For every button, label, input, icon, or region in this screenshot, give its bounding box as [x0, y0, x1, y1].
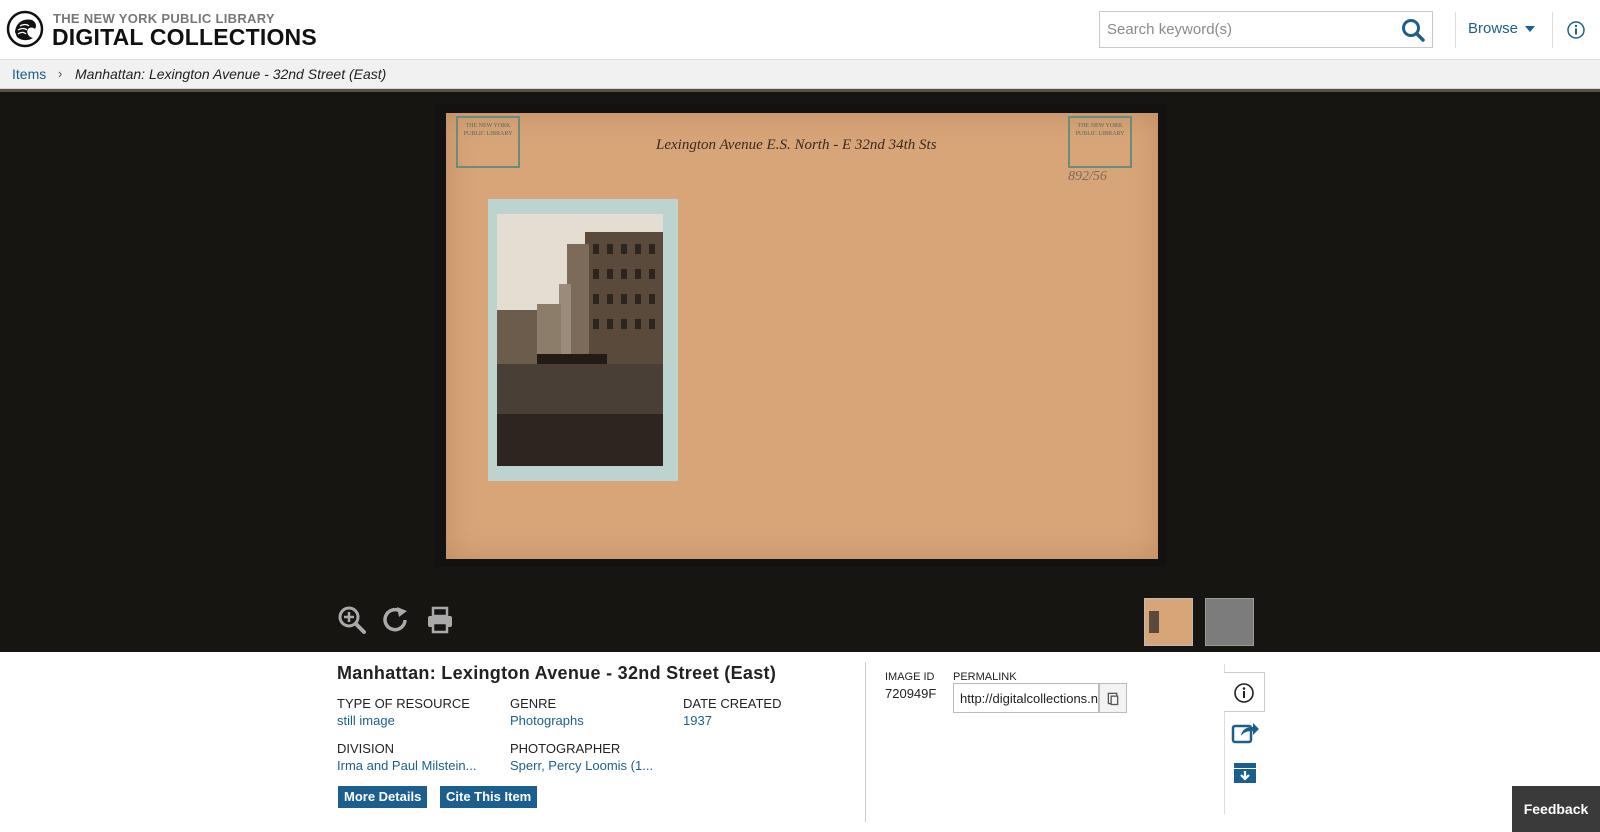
image-viewer: THE NEW YORK PUBLIC LIBRARY THE NEW YORK… — [0, 89, 1600, 652]
thumbnail-back[interactable] — [1205, 598, 1254, 646]
breadcrumb-separator: › — [58, 66, 63, 81]
zoom-in-icon[interactable] — [337, 605, 367, 635]
thumbnail-front[interactable] — [1144, 598, 1193, 646]
division-value[interactable]: Irma and Paul Milstein... — [337, 758, 487, 773]
permalink-field[interactable] — [953, 683, 1099, 713]
archival-card: THE NEW YORK PUBLIC LIBRARY THE NEW YORK… — [446, 113, 1158, 559]
search-box — [1099, 11, 1433, 48]
photographer-label: Photographer — [510, 741, 621, 756]
thumbnail-photo — [1149, 611, 1159, 633]
cite-this-item-button[interactable]: Cite This Item — [440, 786, 538, 808]
search-input[interactable] — [1100, 12, 1390, 47]
nypl-lion-logo-icon[interactable] — [6, 10, 44, 48]
rotate-icon[interactable] — [381, 605, 411, 635]
date-created-label: Date Created — [683, 696, 782, 711]
library-stamp: THE NEW YORK PUBLIC LIBRARY — [456, 116, 520, 168]
item-image[interactable]: THE NEW YORK PUBLIC LIBRARY THE NEW YORK… — [435, 104, 1167, 567]
genre-value[interactable]: Photographs — [510, 713, 660, 728]
item-info-panel: Manhattan: Lexington Avenue - 32nd Stree… — [0, 652, 1600, 832]
genre-label: Genre — [510, 696, 557, 711]
breadcrumb-items-link[interactable]: Items — [12, 66, 46, 82]
stamp-text: THE NEW YORK PUBLIC LIBRARY — [463, 123, 513, 137]
info-icon — [1234, 683, 1254, 703]
header-divider — [1455, 12, 1456, 48]
street-photograph — [497, 214, 663, 466]
breadcrumb-current: Manhattan: Lexington Avenue - 32nd Stree… — [75, 66, 387, 82]
card-handwritten-title: Lexington Avenue E.S. North - E 32nd 34t… — [656, 137, 937, 153]
header-divider — [1552, 12, 1553, 48]
share-icon[interactable] — [1229, 716, 1261, 748]
download-icon[interactable] — [1229, 756, 1261, 788]
browse-menu-button[interactable]: Browse — [1468, 20, 1536, 37]
image-id-label: Image ID — [885, 671, 935, 683]
site-header: THE NEW YORK PUBLIC LIBRARY DIGITAL COLL… — [0, 0, 1600, 60]
panel-divider — [865, 662, 866, 822]
photo-mount — [488, 199, 678, 481]
item-title: Manhattan: Lexington Avenue - 32nd Stree… — [337, 663, 777, 683]
more-details-button[interactable]: More Details — [338, 786, 428, 808]
search-icon[interactable] — [1400, 17, 1426, 43]
item-info-tab[interactable] — [1224, 672, 1265, 712]
chevron-down-icon — [1525, 26, 1536, 33]
type-of-resource-label: Type of Resource — [337, 696, 470, 711]
print-icon[interactable] — [425, 605, 455, 635]
card-number: 892/56 — [1068, 169, 1107, 184]
logo-title-line2[interactable]: DIGITAL COLLECTIONS — [52, 24, 317, 51]
feedback-button[interactable]: Feedback — [1512, 786, 1600, 832]
browse-label: Browse — [1468, 20, 1519, 37]
division-label: Division — [337, 741, 395, 756]
image-id-value: 720949F — [885, 686, 937, 701]
photographer-value[interactable]: Sperr, Percy Loomis (1... — [510, 758, 660, 773]
info-icon[interactable] — [1566, 20, 1586, 40]
item-action-sidebar — [1224, 664, 1265, 814]
breadcrumb: Items › Manhattan: Lexington Avenue - 32… — [0, 60, 1600, 89]
type-of-resource-value[interactable]: still image — [337, 713, 487, 728]
date-created-value[interactable]: 1937 — [683, 713, 833, 728]
stamp-text: THE NEW YORK PUBLIC LIBRARY — [1075, 123, 1125, 137]
library-stamp: THE NEW YORK PUBLIC LIBRARY — [1068, 116, 1132, 168]
copy-icon[interactable] — [1099, 683, 1127, 713]
permalink-label: Permalink — [953, 671, 1017, 683]
